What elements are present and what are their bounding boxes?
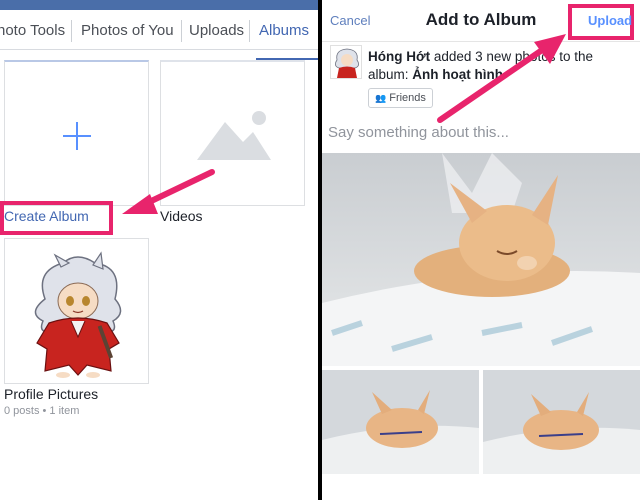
privacy-label: Friends [389,92,426,104]
tab-divider [181,20,182,42]
videos-album-label[interactable]: Videos [160,208,203,224]
post-text-segment: added 3 new [430,49,515,64]
create-album-tile[interactable] [4,60,149,206]
tab-albums[interactable]: Albums [259,20,309,42]
tab-uploads[interactable]: Uploads [189,20,244,42]
add-to-album-screen: Cancel Add to Album Upload Hóng Hớt adde… [322,0,640,500]
friends-icon: 👥 [375,93,387,103]
upload-button[interactable]: Upload [588,13,632,28]
album-name[interactable]: Ảnh hoạt hình [412,67,503,82]
kitten-photo [322,370,479,474]
photo-preview-main[interactable] [322,153,640,366]
profile-cartoon-thumbnail [34,251,122,378]
app-header [0,0,318,10]
post-description: Hóng Hớt added 3 new photos to the album… [368,48,630,84]
photos-tab-bar: hoto Tools Photos of You Uploads Albums [0,10,318,60]
tab-photo-tools[interactable]: hoto Tools [0,20,65,42]
plus-icon [63,135,91,137]
navigation-bar: Cancel Add to Album Upload [322,0,640,42]
privacy-selector[interactable]: 👥 Friends [368,88,433,108]
kitten-photo [483,370,640,474]
profile-pictures-album-meta: 0 posts • 1 item [4,405,80,417]
tab-photos-of-you[interactable]: Photos of You [81,20,174,42]
avatar [330,45,362,79]
photo-preview-thumbnail[interactable] [483,370,640,474]
kitten-photo [322,153,640,366]
avatar-cartoon-image [335,48,359,78]
videos-album-tile[interactable] [160,60,305,206]
bottom-area [322,476,640,500]
photo-preview-thumbnail[interactable] [322,370,479,474]
albums-screen: hoto Tools Photos of You Uploads Albums … [0,0,318,500]
image-placeholder-icon [197,111,271,160]
caption-input[interactable]: Say something about this... [328,124,509,141]
profile-pictures-album-tile[interactable] [4,238,149,384]
tab-divider [71,20,72,42]
create-album-link[interactable]: Create Album [4,208,89,224]
post-author[interactable]: Hóng Hớt [368,49,430,64]
tab-divider [249,20,250,42]
profile-pictures-album-label[interactable]: Profile Pictures [4,386,98,402]
